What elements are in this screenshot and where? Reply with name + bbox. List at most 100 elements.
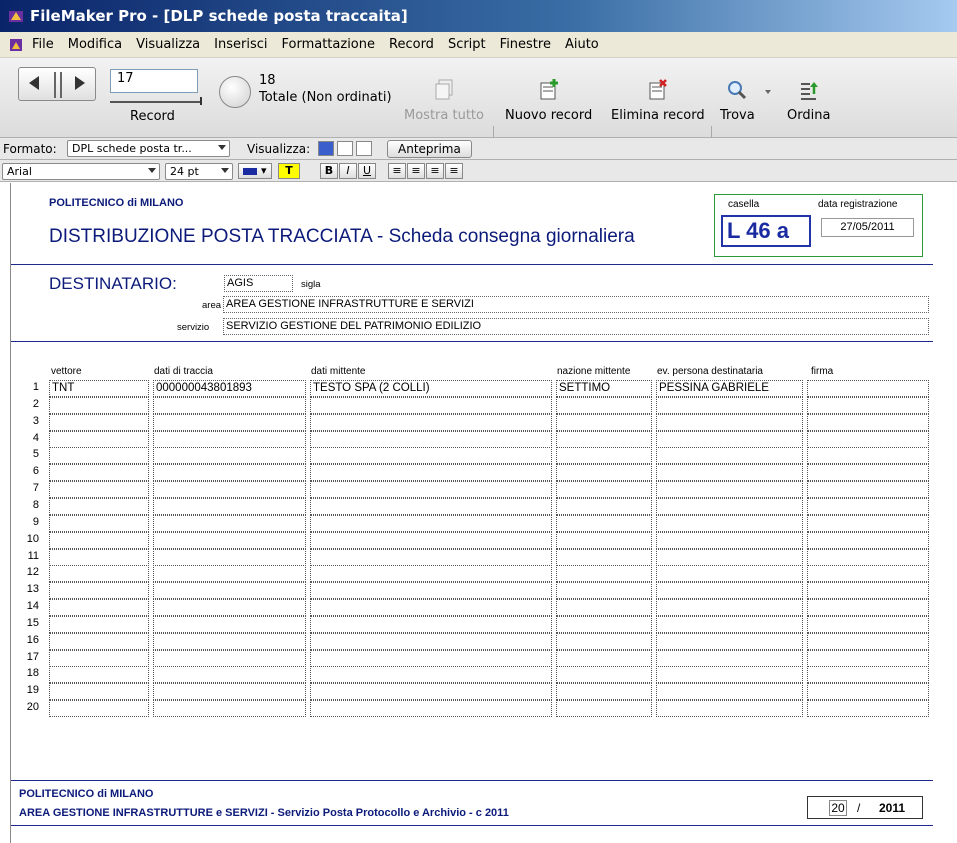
align-right-icon[interactable]: ≡ (426, 163, 444, 179)
cell-firma[interactable] (807, 414, 929, 431)
cell-persona-destinataria[interactable] (656, 582, 803, 599)
cell-vettore[interactable] (49, 650, 149, 667)
cell-vettore[interactable]: TNT (49, 380, 149, 397)
cell-vettore[interactable] (49, 582, 149, 599)
cell-persona-destinataria[interactable] (656, 481, 803, 498)
cell-nazione-mittente[interactable] (556, 565, 652, 582)
menu-aiuto[interactable]: Aiuto (565, 37, 599, 52)
cell-dati-traccia[interactable] (153, 532, 306, 549)
cell-dati-mittente[interactable] (310, 633, 552, 650)
cell-dati-traccia[interactable] (153, 683, 306, 700)
cell-dati-traccia[interactable] (153, 633, 306, 650)
cell-persona-destinataria[interactable]: PESSINA GABRIELE (656, 380, 803, 397)
find-dropdown[interactable] (765, 90, 771, 94)
cell-vettore[interactable] (49, 498, 149, 515)
sort-button[interactable]: Ordina (787, 78, 830, 123)
cell-dati-traccia[interactable] (153, 464, 306, 481)
cell-nazione-mittente[interactable] (556, 414, 652, 431)
cell-dati-mittente[interactable] (310, 414, 552, 431)
cell-persona-destinataria[interactable] (656, 616, 803, 633)
data-registrazione-field[interactable]: 27/05/2011 (821, 218, 914, 237)
cell-firma[interactable] (807, 700, 929, 717)
align-center-icon[interactable]: ≡ (407, 163, 425, 179)
cell-persona-destinataria[interactable] (656, 515, 803, 532)
cell-vettore[interactable] (49, 431, 149, 448)
cell-vettore[interactable] (49, 683, 149, 700)
menu-modifica[interactable]: Modifica (68, 37, 122, 52)
cell-persona-destinataria[interactable] (656, 431, 803, 448)
cell-vettore[interactable] (49, 666, 149, 683)
menu-file[interactable]: File (32, 37, 54, 52)
cell-dati-mittente[interactable] (310, 481, 552, 498)
cell-nazione-mittente[interactable] (556, 633, 652, 650)
cell-nazione-mittente[interactable] (556, 532, 652, 549)
cell-dati-mittente[interactable] (310, 683, 552, 700)
cell-dati-mittente[interactable] (310, 565, 552, 582)
cell-nazione-mittente[interactable] (556, 397, 652, 414)
cell-persona-destinataria[interactable] (656, 666, 803, 683)
delete-record-button[interactable]: Elimina record (611, 78, 705, 123)
cell-dati-traccia[interactable] (153, 616, 306, 633)
cell-dati-mittente[interactable] (310, 582, 552, 599)
cell-firma[interactable] (807, 380, 929, 397)
cell-dati-mittente[interactable]: TESTO SPA (2 COLLI) (310, 380, 552, 397)
cell-persona-destinataria[interactable] (656, 599, 803, 616)
cell-dati-mittente[interactable] (310, 549, 552, 566)
table-view-icon[interactable] (356, 141, 372, 156)
cell-firma[interactable] (807, 599, 929, 616)
text-color-button[interactable]: ▾ (238, 163, 272, 179)
cell-vettore[interactable] (49, 700, 149, 717)
cell-dati-mittente[interactable] (310, 532, 552, 549)
current-record-input[interactable]: 17 (110, 69, 198, 93)
cell-persona-destinataria[interactable] (656, 498, 803, 515)
area-field[interactable]: AREA GESTIONE INFRASTRUTTURE E SERVIZI (223, 296, 929, 313)
cell-nazione-mittente[interactable] (556, 616, 652, 633)
cell-nazione-mittente[interactable] (556, 700, 652, 717)
cell-dati-traccia[interactable] (153, 447, 306, 464)
cell-firma[interactable] (807, 582, 929, 599)
cell-dati-traccia[interactable]: 000000043801893 (153, 380, 306, 397)
cell-firma[interactable] (807, 515, 929, 532)
cell-persona-destinataria[interactable] (656, 397, 803, 414)
cell-vettore[interactable] (49, 464, 149, 481)
new-record-button[interactable]: Nuovo record (505, 78, 592, 123)
cell-dati-mittente[interactable] (310, 666, 552, 683)
cell-dati-mittente[interactable] (310, 650, 552, 667)
cell-dati-mittente[interactable] (310, 447, 552, 464)
cell-nazione-mittente[interactable] (556, 582, 652, 599)
cell-nazione-mittente[interactable] (556, 498, 652, 515)
align-justify-icon[interactable]: ≡ (445, 163, 463, 179)
cell-firma[interactable] (807, 498, 929, 515)
title-bar[interactable]: FileMaker Pro - [DLP schede posta tracca… (0, 0, 957, 32)
cell-dati-mittente[interactable] (310, 498, 552, 515)
cell-firma[interactable] (807, 464, 929, 481)
cell-persona-destinataria[interactable] (656, 700, 803, 717)
next-record-icon[interactable] (75, 76, 85, 90)
list-view-icon[interactable] (337, 141, 353, 156)
cell-vettore[interactable] (49, 515, 149, 532)
cell-nazione-mittente[interactable] (556, 683, 652, 700)
cell-dati-mittente[interactable] (310, 700, 552, 717)
cell-nazione-mittente[interactable] (556, 464, 652, 481)
cell-dati-traccia[interactable] (153, 515, 306, 532)
previous-record-icon[interactable] (29, 76, 39, 90)
cell-dati-mittente[interactable] (310, 515, 552, 532)
menu-inserisci[interactable]: Inserisci (214, 37, 267, 52)
cell-vettore[interactable] (49, 616, 149, 633)
slider-thumb[interactable] (200, 97, 202, 105)
cell-dati-mittente[interactable] (310, 616, 552, 633)
cell-dati-mittente[interactable] (310, 599, 552, 616)
cell-vettore[interactable] (49, 565, 149, 582)
cell-dati-traccia[interactable] (153, 666, 306, 683)
font-size-select[interactable]: 24 pt (165, 163, 233, 180)
cell-persona-destinataria[interactable] (656, 464, 803, 481)
italic-icon[interactable]: I (339, 163, 357, 179)
cell-vettore[interactable] (49, 447, 149, 464)
cell-nazione-mittente[interactable] (556, 650, 652, 667)
cell-persona-destinataria[interactable] (656, 683, 803, 700)
cell-firma[interactable] (807, 397, 929, 414)
cell-persona-destinataria[interactable] (656, 565, 803, 582)
cell-firma[interactable] (807, 549, 929, 566)
font-select[interactable]: Arial (2, 163, 160, 180)
highlight-icon[interactable]: T (278, 163, 300, 179)
